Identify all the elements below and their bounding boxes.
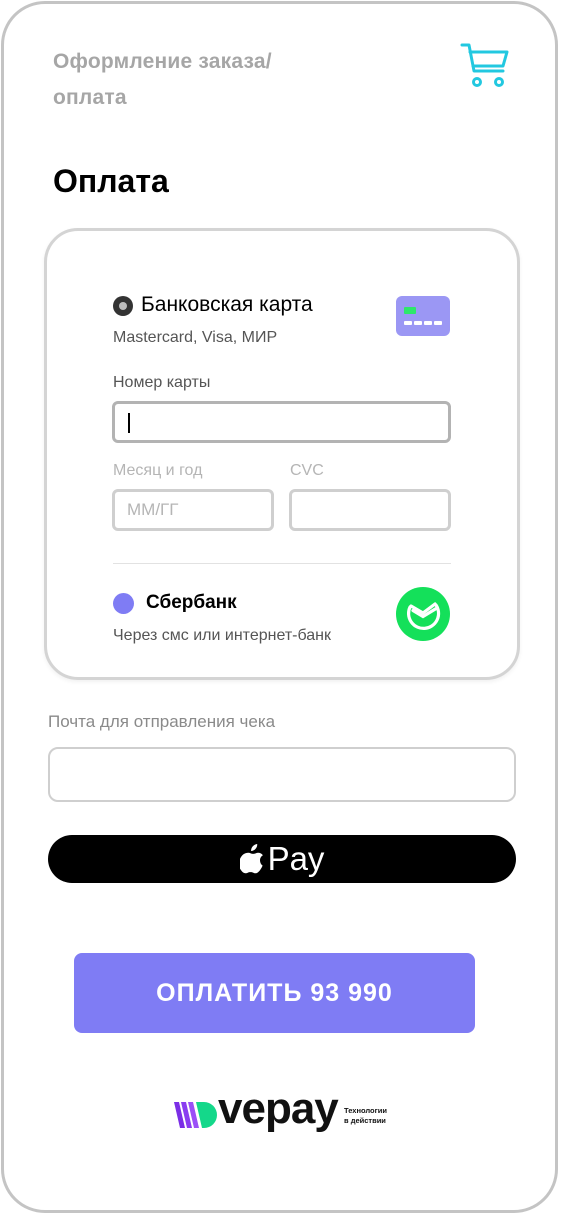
breadcrumb-line-1: Оформление заказа/	[53, 50, 272, 73]
cvc-label: CVC	[290, 462, 324, 479]
credit-card-icon	[396, 296, 450, 336]
sberbank-title[interactable]: Сбербанк	[146, 592, 237, 614]
apple-pay-label: Pay	[267, 840, 325, 877]
pay-button[interactable]: ОПЛАТИТЬ 93 990	[74, 953, 475, 1033]
vepay-tagline-line-2: в действии	[344, 1116, 386, 1125]
bank-card-subtitle: Mastercard, Visa, МИР	[113, 329, 278, 346]
email-label: Почта для отправления чека	[48, 712, 276, 731]
expiry-input[interactable]	[112, 489, 274, 531]
page-title: Оплата	[53, 163, 169, 199]
vepay-logo: vepay Технологии в действии	[174, 1084, 394, 1140]
divider	[113, 563, 451, 564]
expiry-label: Месяц и год	[113, 462, 203, 479]
sberbank-radio[interactable]	[113, 593, 134, 614]
text-cursor	[128, 413, 130, 433]
vepay-tagline-line-1: Технологии	[344, 1106, 387, 1115]
vepay-brand: vepay	[218, 1084, 339, 1133]
vepay-mark-icon	[174, 1102, 217, 1128]
bank-card-radio[interactable]	[113, 296, 133, 316]
cvc-input[interactable]	[289, 489, 451, 531]
shopping-cart-icon[interactable]	[459, 40, 511, 90]
card-number-input[interactable]	[112, 401, 451, 443]
vepay-tagline: Технологии в действии	[344, 1106, 404, 1126]
bank-card-title[interactable]: Банковская карта	[141, 293, 313, 317]
breadcrumb-line-2: оплата	[53, 86, 127, 109]
apple-pay-button[interactable]: Pay	[48, 835, 516, 883]
card-number-label: Номер карты	[113, 374, 211, 391]
apple-logo-icon	[239, 844, 263, 874]
sberbank-logo-icon	[396, 587, 450, 641]
sberbank-subtitle: Через смс или интернет-банк	[113, 627, 331, 644]
breadcrumb: Оформление заказа/ оплата	[53, 44, 353, 116]
email-input[interactable]	[48, 747, 516, 802]
